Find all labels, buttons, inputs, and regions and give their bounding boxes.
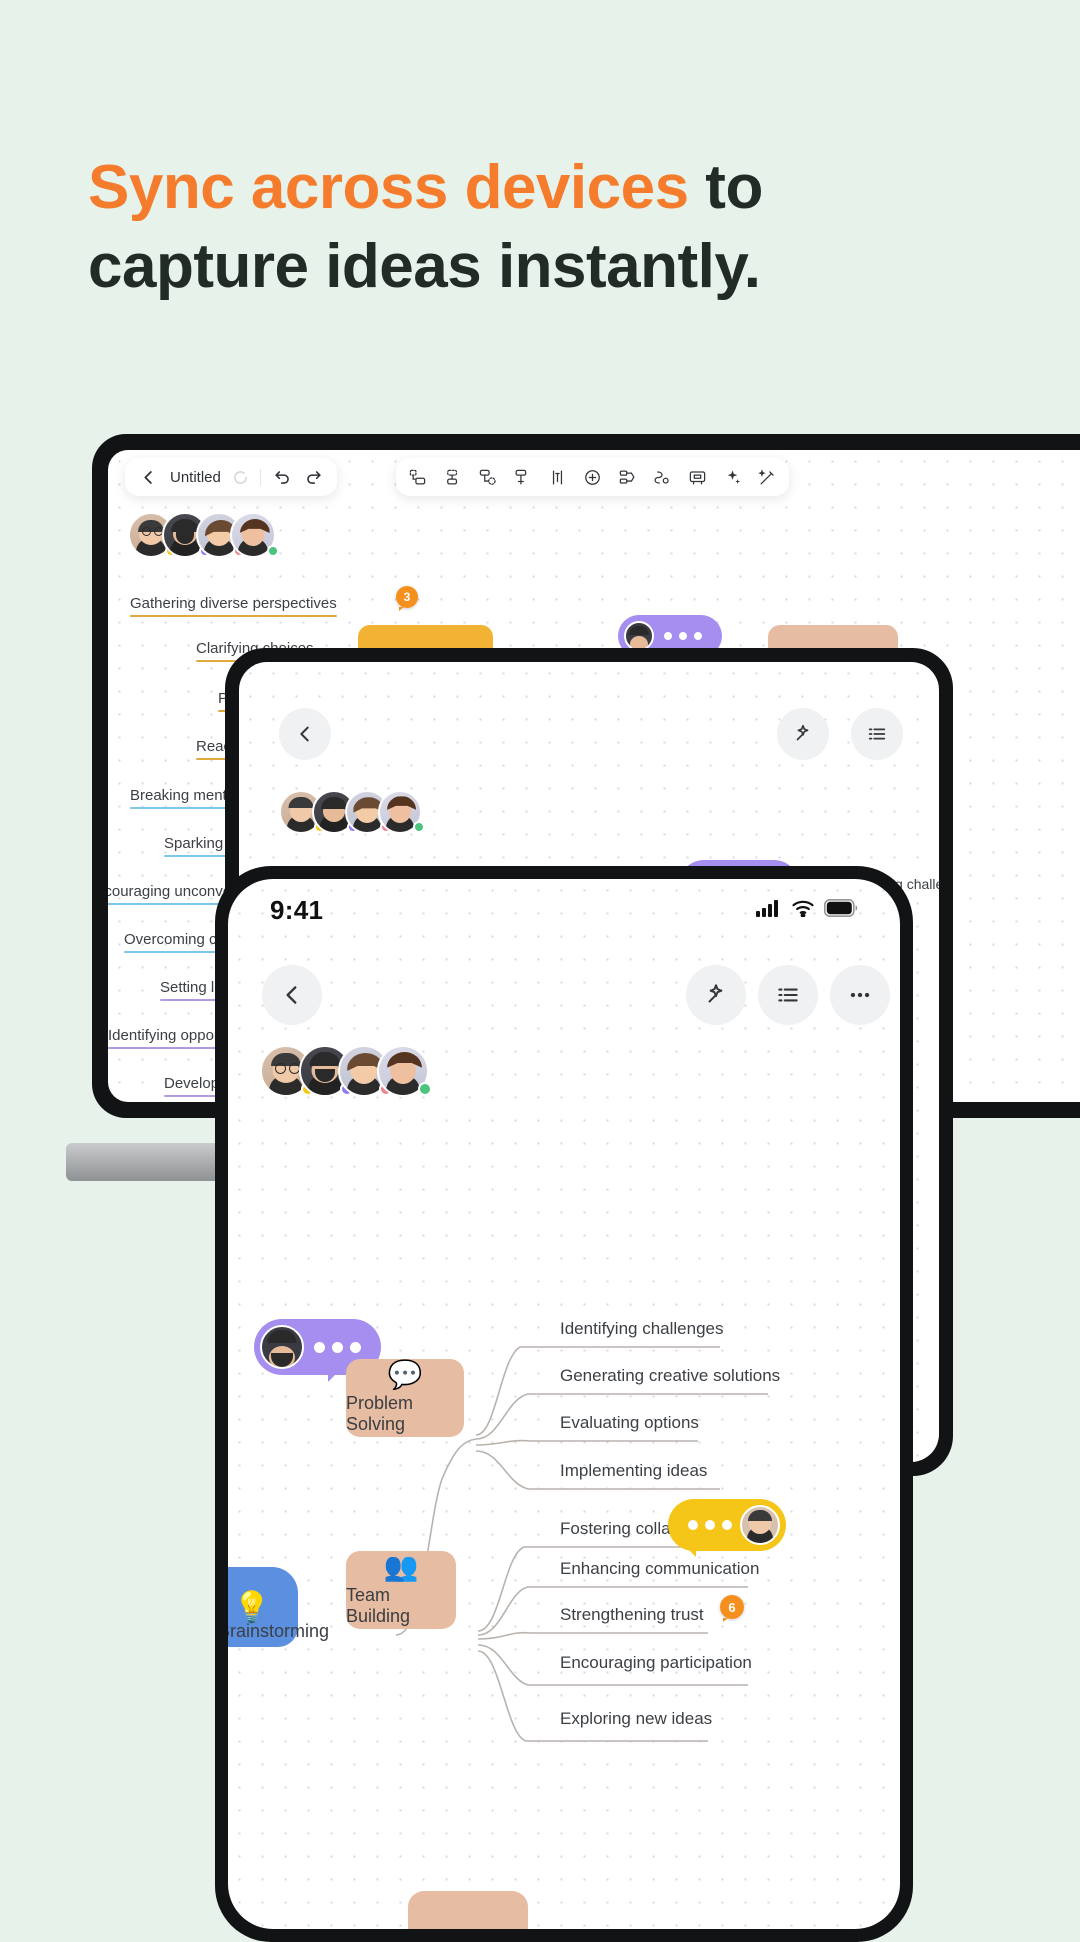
avatar xyxy=(624,621,654,651)
avatar[interactable] xyxy=(230,512,279,558)
status-time: 9:41 xyxy=(270,894,324,925)
page-title: Sync across devices to capture ideas ins… xyxy=(88,148,808,307)
add-sibling-icon[interactable] xyxy=(478,468,497,487)
bubble-tail xyxy=(328,1366,344,1382)
mindmap-branch[interactable]: Implementing ideas xyxy=(560,1461,707,1481)
node-label-brainstorming: Brainstorming xyxy=(228,1621,330,1641)
wifi-icon xyxy=(791,899,815,922)
speech-bubbles-emoji: 💬 xyxy=(387,1359,423,1390)
pin-sparkle-button[interactable] xyxy=(777,708,829,760)
headline-accent: Sync across devices xyxy=(88,153,689,222)
tablet-toolbar xyxy=(396,458,789,496)
undo-icon[interactable] xyxy=(273,468,292,487)
more-horizontal-button[interactable] xyxy=(830,965,890,1025)
mindmap-branch[interactable]: Identifying challenges xyxy=(560,1319,724,1339)
document-title[interactable]: Untitled xyxy=(170,469,221,486)
status-dot xyxy=(267,545,279,557)
bubble-tail xyxy=(680,1541,696,1557)
avatar[interactable] xyxy=(377,1045,432,1097)
divider xyxy=(259,468,261,486)
comment-badge[interactable]: 3 xyxy=(396,586,418,611)
plus-circle-icon[interactable] xyxy=(583,468,602,487)
node-label: Problem Solving xyxy=(346,1393,414,1434)
typing-dots xyxy=(304,1341,375,1353)
mindmap-branch[interactable]: Evaluating options xyxy=(560,1413,699,1433)
phone-bezel: 9:41 Identifying challenges Generating c… xyxy=(215,866,913,1942)
lightbulb-emoji: 💡 xyxy=(233,1590,271,1624)
typing-dots xyxy=(654,632,716,640)
mindmap-leaf[interactable]: Gathering diverse perspectives xyxy=(130,595,337,617)
back-button[interactable] xyxy=(279,708,331,760)
collaborator-avatars xyxy=(279,790,425,834)
text-icon[interactable] xyxy=(548,468,567,487)
mindmap-node-problem-solving[interactable]: 💬 Problem Solving xyxy=(346,1359,464,1437)
mindmap-branch[interactable]: Encouraging participation xyxy=(560,1653,752,1673)
magic-wand-icon[interactable] xyxy=(758,468,777,487)
status-bar: 9:41 xyxy=(228,879,900,941)
mindmap-node-team-building[interactable]: 👥 Team Building xyxy=(346,1551,456,1629)
people-emoji: 👥 xyxy=(383,1551,419,1582)
avatar xyxy=(260,1325,304,1369)
phone-screen: 9:41 Identifying challenges Generating c… xyxy=(228,879,900,1929)
mindmap-node-partial[interactable] xyxy=(408,1891,528,1929)
tablet-titlebar: Untitled xyxy=(125,458,337,496)
curve-icon[interactable] xyxy=(653,468,672,487)
mindmap-branch[interactable]: Generating creative solutions xyxy=(560,1366,780,1386)
status-icons xyxy=(756,898,858,922)
mindmap-branch[interactable]: Strengthening trust xyxy=(560,1605,704,1625)
phone-device: 9:41 Identifying challenges Generating c… xyxy=(215,866,913,1942)
comment-dots xyxy=(674,1520,740,1530)
mindmap-connectors xyxy=(395,1346,768,1742)
layout-icon[interactable] xyxy=(443,468,462,487)
battery-full-icon xyxy=(824,898,858,922)
avatar[interactable] xyxy=(378,790,425,834)
collaborator-avatars xyxy=(260,1045,432,1097)
status-dot xyxy=(413,821,425,833)
outline-list-button[interactable] xyxy=(758,965,818,1025)
relation-icon[interactable] xyxy=(618,468,637,487)
outline-list-button[interactable] xyxy=(851,708,903,760)
frame-icon[interactable] xyxy=(688,468,707,487)
back-button[interactable] xyxy=(262,965,322,1025)
sparkle-ai-icon[interactable] xyxy=(723,468,742,487)
add-child-icon[interactable] xyxy=(513,468,532,487)
pin-sparkle-button[interactable] xyxy=(686,965,746,1025)
node-label: Team Building xyxy=(346,1585,411,1626)
mindmap-branch[interactable]: Exploring new ideas xyxy=(560,1709,712,1729)
status-dot xyxy=(418,1082,432,1096)
chevron-left-icon[interactable] xyxy=(139,468,158,487)
collaborator-avatars xyxy=(128,512,279,558)
sync-spinner-icon xyxy=(233,470,248,485)
comment-badge[interactable]: 6 xyxy=(720,1595,744,1622)
select-node-icon[interactable] xyxy=(408,468,427,487)
mindmap-branch[interactable]: Enhancing communication xyxy=(560,1559,759,1579)
redo-icon[interactable] xyxy=(304,468,323,487)
avatar xyxy=(740,1505,780,1545)
cellular-signal-icon xyxy=(756,899,782,922)
